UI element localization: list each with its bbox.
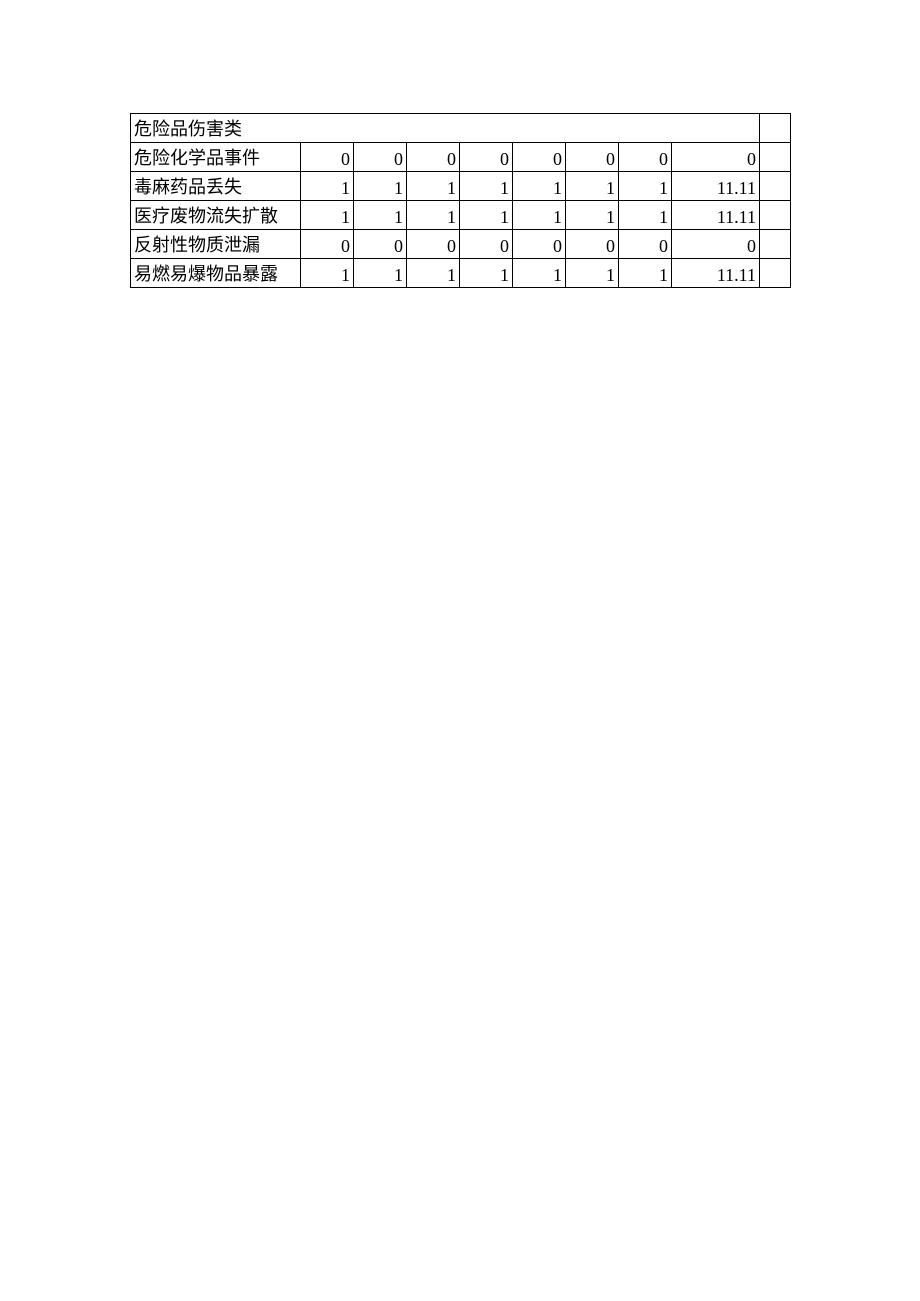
row-cell: 1 — [407, 259, 460, 288]
row-cell: 1 — [619, 172, 672, 201]
row-cell: 1 — [513, 201, 566, 230]
row-label: 医疗废物流失扩散 — [131, 201, 301, 230]
hazard-table: 危险品伤害类 危险化学品事件 0 0 0 0 0 0 0 0 毒麻药品丢失 1 … — [130, 113, 791, 288]
row-cell: 0 — [407, 230, 460, 259]
row-label: 反射性物质泄漏 — [131, 230, 301, 259]
row-cell: 1 — [460, 259, 513, 288]
row-cell: 1 — [566, 172, 619, 201]
row-cell: 1 — [301, 172, 354, 201]
section-tail — [760, 114, 791, 143]
row-cell: 0 — [619, 143, 672, 172]
row-cell: 1 — [619, 259, 672, 288]
row-cell: 0 — [672, 143, 760, 172]
row-cell: 0 — [301, 143, 354, 172]
row-cell: 0 — [513, 230, 566, 259]
table-row: 毒麻药品丢失 1 1 1 1 1 1 1 11.11 — [131, 172, 791, 201]
row-label: 毒麻药品丢失 — [131, 172, 301, 201]
table-row: 危险化学品事件 0 0 0 0 0 0 0 0 — [131, 143, 791, 172]
row-cell: 1 — [354, 172, 407, 201]
table-row: 医疗废物流失扩散 1 1 1 1 1 1 1 11.11 — [131, 201, 791, 230]
row-cell: 1 — [301, 259, 354, 288]
row-cell: 1 — [354, 201, 407, 230]
row-cell: 1 — [301, 201, 354, 230]
row-cell: 0 — [460, 143, 513, 172]
row-cell: 0 — [301, 230, 354, 259]
row-cell: 0 — [407, 143, 460, 172]
row-tail — [760, 143, 791, 172]
row-cell: 11.11 — [672, 259, 760, 288]
row-cell: 11.11 — [672, 172, 760, 201]
row-cell: 0 — [566, 143, 619, 172]
row-cell: 1 — [566, 201, 619, 230]
table-row: 易燃易爆物品暴露 1 1 1 1 1 1 1 11.11 — [131, 259, 791, 288]
row-cell: 0 — [672, 230, 760, 259]
row-cell: 1 — [407, 172, 460, 201]
section-row: 危险品伤害类 — [131, 114, 791, 143]
row-cell: 1 — [513, 172, 566, 201]
row-tail — [760, 259, 791, 288]
row-tail — [760, 201, 791, 230]
row-cell: 1 — [460, 201, 513, 230]
row-cell: 0 — [566, 230, 619, 259]
row-cell: 1 — [513, 259, 566, 288]
row-tail — [760, 230, 791, 259]
row-label: 危险化学品事件 — [131, 143, 301, 172]
row-cell: 1 — [460, 172, 513, 201]
row-label: 易燃易爆物品暴露 — [131, 259, 301, 288]
row-cell: 0 — [619, 230, 672, 259]
row-cell: 1 — [407, 201, 460, 230]
row-cell: 1 — [566, 259, 619, 288]
row-cell: 1 — [619, 201, 672, 230]
row-cell: 0 — [354, 143, 407, 172]
row-cell: 0 — [354, 230, 407, 259]
row-cell: 0 — [460, 230, 513, 259]
row-cell: 0 — [513, 143, 566, 172]
section-title: 危险品伤害类 — [131, 114, 760, 143]
row-cell: 11.11 — [672, 201, 760, 230]
row-cell: 1 — [354, 259, 407, 288]
table-row: 反射性物质泄漏 0 0 0 0 0 0 0 0 — [131, 230, 791, 259]
row-tail — [760, 172, 791, 201]
